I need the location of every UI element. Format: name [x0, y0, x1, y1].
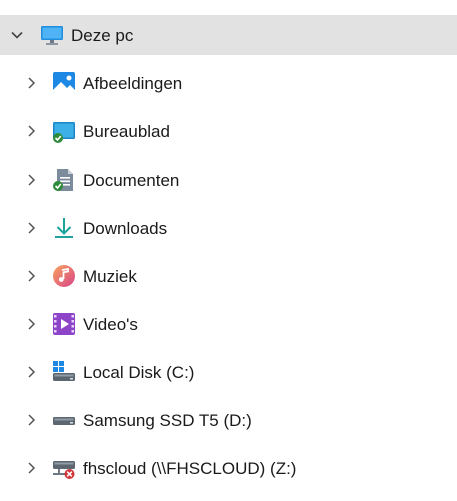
chevron-right-icon[interactable] [24, 76, 38, 90]
tree-item-fhscloud-z[interactable]: fhscloud (\\FHSCLOUD) (Z:) [0, 448, 457, 488]
tree-item-label: Local Disk (C:) [83, 363, 195, 382]
tree-item-afbeeldingen[interactable]: Afbeeldingen [0, 63, 457, 103]
tree-item-deze-pc[interactable]: Deze pc [0, 15, 457, 55]
tree-item-label: fhscloud (\\FHSCLOUD) (Z:) [83, 459, 297, 478]
network-drive-disconnected-icon [52, 456, 76, 480]
tree-item-downloads[interactable]: Downloads [0, 208, 457, 248]
system-drive-icon [52, 360, 76, 384]
tree-item-label: Afbeeldingen [83, 74, 183, 93]
tree-item-bureaublad[interactable]: Bureaublad [0, 111, 457, 151]
desktop-icon [52, 119, 76, 143]
tree-item-label: Samsung SSD T5 (D:) [83, 411, 252, 430]
navigation-tree: Deze pc Afbeeldingen Bureaublad Document… [0, 0, 457, 501]
tree-item-label: Muziek [83, 267, 137, 286]
chevron-right-icon[interactable] [24, 124, 38, 138]
chevron-right-icon[interactable] [24, 317, 38, 331]
tree-item-local-disk-c[interactable]: Local Disk (C:) [0, 352, 457, 392]
tree-item-label: Downloads [83, 219, 168, 238]
tree-item-muziek[interactable]: Muziek [0, 256, 457, 296]
chevron-right-icon[interactable] [24, 173, 38, 187]
documents-icon [52, 168, 76, 192]
videos-icon [52, 312, 76, 336]
music-icon [52, 264, 76, 288]
chevron-right-icon[interactable] [24, 413, 38, 427]
drive-icon [52, 408, 76, 432]
tree-item-label: Deze pc [71, 26, 134, 45]
tree-item-videos[interactable]: Video's [0, 304, 457, 344]
tree-item-label: Documenten [83, 171, 180, 190]
monitor-icon [40, 23, 64, 47]
pictures-icon [52, 71, 76, 95]
chevron-right-icon[interactable] [24, 461, 38, 475]
tree-item-documenten[interactable]: Documenten [0, 160, 457, 200]
tree-item-label: Bureaublad [83, 122, 170, 141]
tree-item-label: Video's [83, 315, 138, 334]
tree-item-samsung-ssd-t5-d[interactable]: Samsung SSD T5 (D:) [0, 400, 457, 440]
chevron-right-icon[interactable] [24, 365, 38, 379]
chevron-right-icon[interactable] [24, 269, 38, 283]
chevron-down-icon[interactable] [10, 28, 24, 42]
chevron-right-icon[interactable] [24, 221, 38, 235]
downloads-icon [52, 216, 76, 240]
